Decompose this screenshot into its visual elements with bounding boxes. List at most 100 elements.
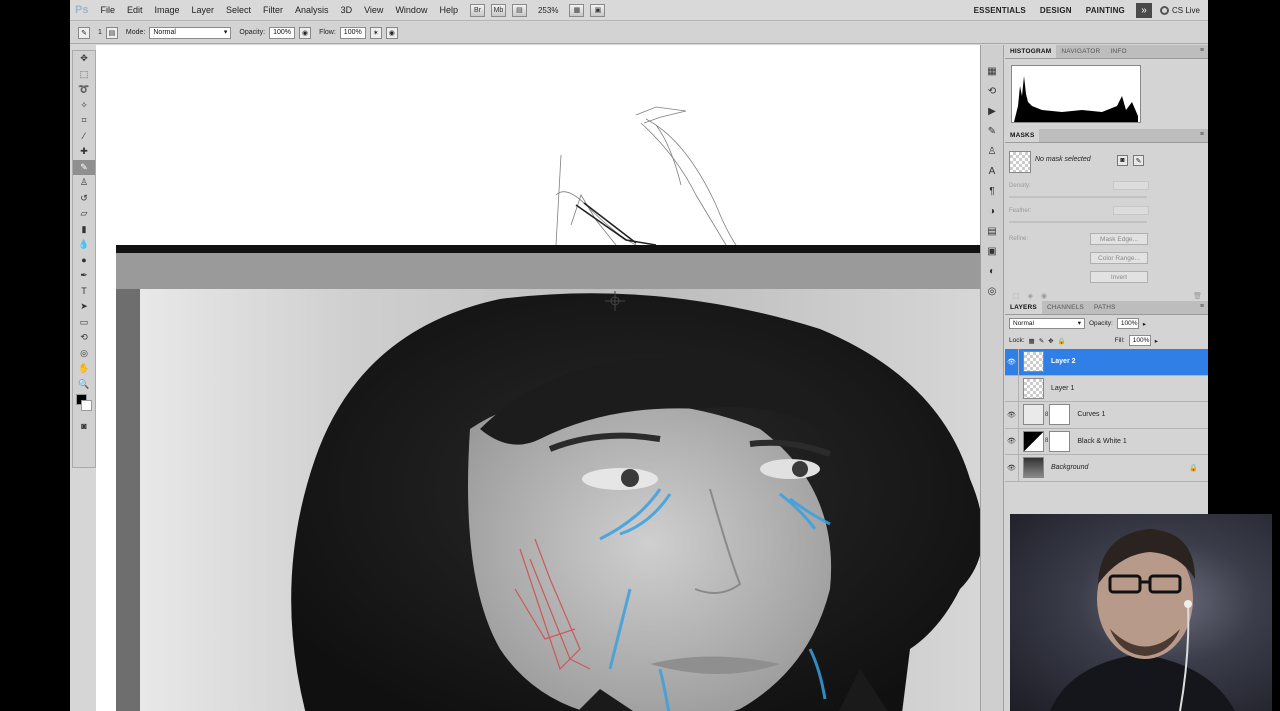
menu-3d[interactable]: 3D — [335, 5, 359, 15]
visibility-eye-icon[interactable]: 👁 — [1005, 428, 1019, 455]
launch-bridge-button[interactable]: Br — [469, 3, 485, 17]
load-selection-icon[interactable]: ⬚ — [1013, 292, 1020, 300]
invert-button[interactable]: Invert — [1090, 271, 1148, 283]
lock-transparency-icon[interactable]: ▦ — [1029, 337, 1035, 345]
styles-icon[interactable]: ▣ — [981, 241, 1003, 261]
blend-mode-select[interactable]: Normal ▾ — [1009, 318, 1085, 329]
clone-source-icon[interactable]: ♙ — [981, 141, 1003, 161]
vector-mask-icon[interactable]: ✎ — [1133, 155, 1144, 166]
fill-input[interactable]: 100% — [1128, 335, 1151, 346]
crop-tool-icon[interactable]: ⌗ — [73, 113, 95, 129]
document-canvas[interactable] — [96, 45, 980, 711]
tab-layers[interactable]: LAYERS — [1005, 301, 1042, 314]
arrange-documents-button[interactable]: ▦ — [569, 3, 585, 17]
visibility-off-icon[interactable] — [1005, 375, 1019, 402]
character-icon[interactable]: A — [981, 161, 1003, 181]
layer-row-black-white-1[interactable]: 👁 8 Black & White 1 — [1005, 428, 1208, 455]
menu-view[interactable]: View — [358, 5, 389, 15]
pixel-mask-icon[interactable]: ◙ — [1117, 155, 1128, 166]
lasso-tool-icon[interactable]: ➰ — [73, 82, 95, 98]
feather-input[interactable] — [1113, 206, 1149, 215]
mini-bridge-icon[interactable]: ▦ — [981, 61, 1003, 81]
opacity-input[interactable]: 100% — [269, 26, 296, 39]
tab-navigator[interactable]: NAVIGATOR — [1056, 45, 1105, 58]
layer-name[interactable]: Curves 1 — [1077, 411, 1105, 418]
healing-brush-tool-icon[interactable]: ✚ — [73, 144, 95, 160]
visibility-eye-icon[interactable]: 👁 — [1005, 401, 1019, 428]
mask-edge-button[interactable]: Mask Edge... — [1090, 233, 1148, 245]
mode-select[interactable]: Normal ▾ — [149, 26, 232, 39]
path-selection-tool-icon[interactable]: ➤ — [73, 299, 95, 315]
shape-tool-icon[interactable]: ▭ — [73, 315, 95, 331]
lock-all-icon[interactable]: 🔒 — [1058, 337, 1066, 345]
menu-image[interactable]: Image — [149, 5, 186, 15]
eyedropper-tool-icon[interactable]: ⁄ — [73, 129, 95, 145]
eraser-tool-icon[interactable]: ▱ — [73, 206, 95, 222]
masks-dock-icon[interactable]: ◎ — [981, 281, 1003, 301]
history-brush-tool-icon[interactable]: ↺ — [73, 191, 95, 207]
layer-row-background[interactable]: 👁 Background 🔒 — [1005, 454, 1208, 482]
background-color-swatch[interactable] — [81, 400, 92, 411]
airbrush-icon[interactable]: ✶ — [369, 26, 382, 39]
menu-help[interactable]: Help — [433, 5, 464, 15]
layer-row-layer-2[interactable]: 👁 Layer 2 — [1005, 348, 1208, 376]
dodge-tool-icon[interactable]: ● — [73, 253, 95, 269]
lock-image-icon[interactable]: ✎ — [1039, 337, 1044, 345]
tab-masks[interactable]: MASKS — [1005, 129, 1040, 142]
visibility-eye-icon[interactable]: 👁 — [1005, 348, 1019, 375]
swatches-icon[interactable]: ▤ — [981, 221, 1003, 241]
brush-presets-icon[interactable]: ✎ — [981, 121, 1003, 141]
visibility-eye-icon[interactable]: 👁 — [1005, 454, 1019, 481]
clone-stamp-tool-icon[interactable]: ♙ — [73, 175, 95, 191]
screen-mode-button[interactable]: ▣ — [590, 3, 606, 17]
density-input[interactable] — [1113, 181, 1149, 190]
layer-name[interactable]: Background — [1051, 464, 1088, 471]
brush-tool-preset-icon[interactable]: ✎ — [78, 26, 90, 39]
move-tool-icon[interactable]: ✥ — [73, 51, 95, 67]
zoom-tool-icon[interactable]: 🔍 — [73, 377, 95, 393]
chevron-right-icon[interactable]: ▸ — [1155, 337, 1208, 345]
menu-analysis[interactable]: Analysis — [289, 5, 335, 15]
view-extras-button[interactable]: ▤ — [511, 3, 527, 17]
menu-layer[interactable]: Layer — [186, 5, 221, 15]
workspace-essentials[interactable]: ESSENTIALS — [967, 6, 1033, 15]
adjustments-icon[interactable]: ◐ — [981, 261, 1003, 281]
cs-live-button[interactable]: CS Live — [1156, 5, 1208, 15]
density-slider[interactable] — [1009, 196, 1147, 198]
pen-tool-icon[interactable]: ✒ — [73, 268, 95, 284]
flow-input[interactable]: 100% — [339, 26, 366, 39]
color-swatches[interactable] — [73, 392, 95, 418]
blur-tool-icon[interactable]: 💧 — [73, 237, 95, 253]
layer-name[interactable]: Layer 1 — [1051, 385, 1074, 392]
brush-panel-toggle-icon[interactable]: ▤ — [105, 26, 118, 39]
lock-position-icon[interactable]: ✥ — [1048, 337, 1053, 345]
color-range-button[interactable]: Color Range... — [1090, 252, 1148, 264]
tablet-opacity-pressure-icon[interactable]: ◉ — [299, 26, 312, 39]
layer-opacity-input[interactable]: 100% — [1116, 318, 1139, 329]
menu-filter[interactable]: Filter — [257, 5, 289, 15]
brush-size-value[interactable]: 1 — [98, 29, 102, 36]
quick-mask-icon[interactable]: ◙ — [73, 418, 95, 434]
tab-info[interactable]: INFO — [1105, 45, 1131, 58]
marquee-tool-icon[interactable]: ⬚ — [73, 67, 95, 83]
tablet-size-pressure-icon[interactable]: ◉ — [385, 26, 398, 39]
quick-select-tool-icon[interactable]: ✧ — [73, 98, 95, 114]
menu-select[interactable]: Select — [220, 5, 257, 15]
paragraph-icon[interactable]: ¶ — [981, 181, 1003, 201]
tab-channels[interactable]: CHANNELS — [1042, 301, 1089, 314]
zoom-level[interactable]: 253% — [530, 6, 566, 15]
layer-name[interactable]: Black & White 1 — [1077, 438, 1126, 445]
chevron-right-icon[interactable]: ▸ — [1143, 320, 1146, 328]
type-tool-icon[interactable]: T — [73, 284, 95, 300]
layer-name[interactable]: Layer 2 — [1051, 358, 1076, 365]
panel-menu-icon[interactable]: ≡ — [1200, 303, 1204, 310]
color-icon[interactable]: ◑ — [981, 201, 1003, 221]
menu-window[interactable]: Window — [389, 5, 433, 15]
3d-rotate-tool-icon[interactable]: ⟲ — [73, 330, 95, 346]
toggle-mask-icon[interactable]: ◉ — [1041, 292, 1047, 300]
portrait-photo[interactable] — [140, 289, 980, 711]
menu-edit[interactable]: Edit — [121, 5, 149, 15]
apply-mask-icon[interactable]: ◈ — [1028, 292, 1033, 300]
history-icon[interactable]: ⟲ — [981, 81, 1003, 101]
menu-file[interactable]: File — [94, 5, 121, 15]
